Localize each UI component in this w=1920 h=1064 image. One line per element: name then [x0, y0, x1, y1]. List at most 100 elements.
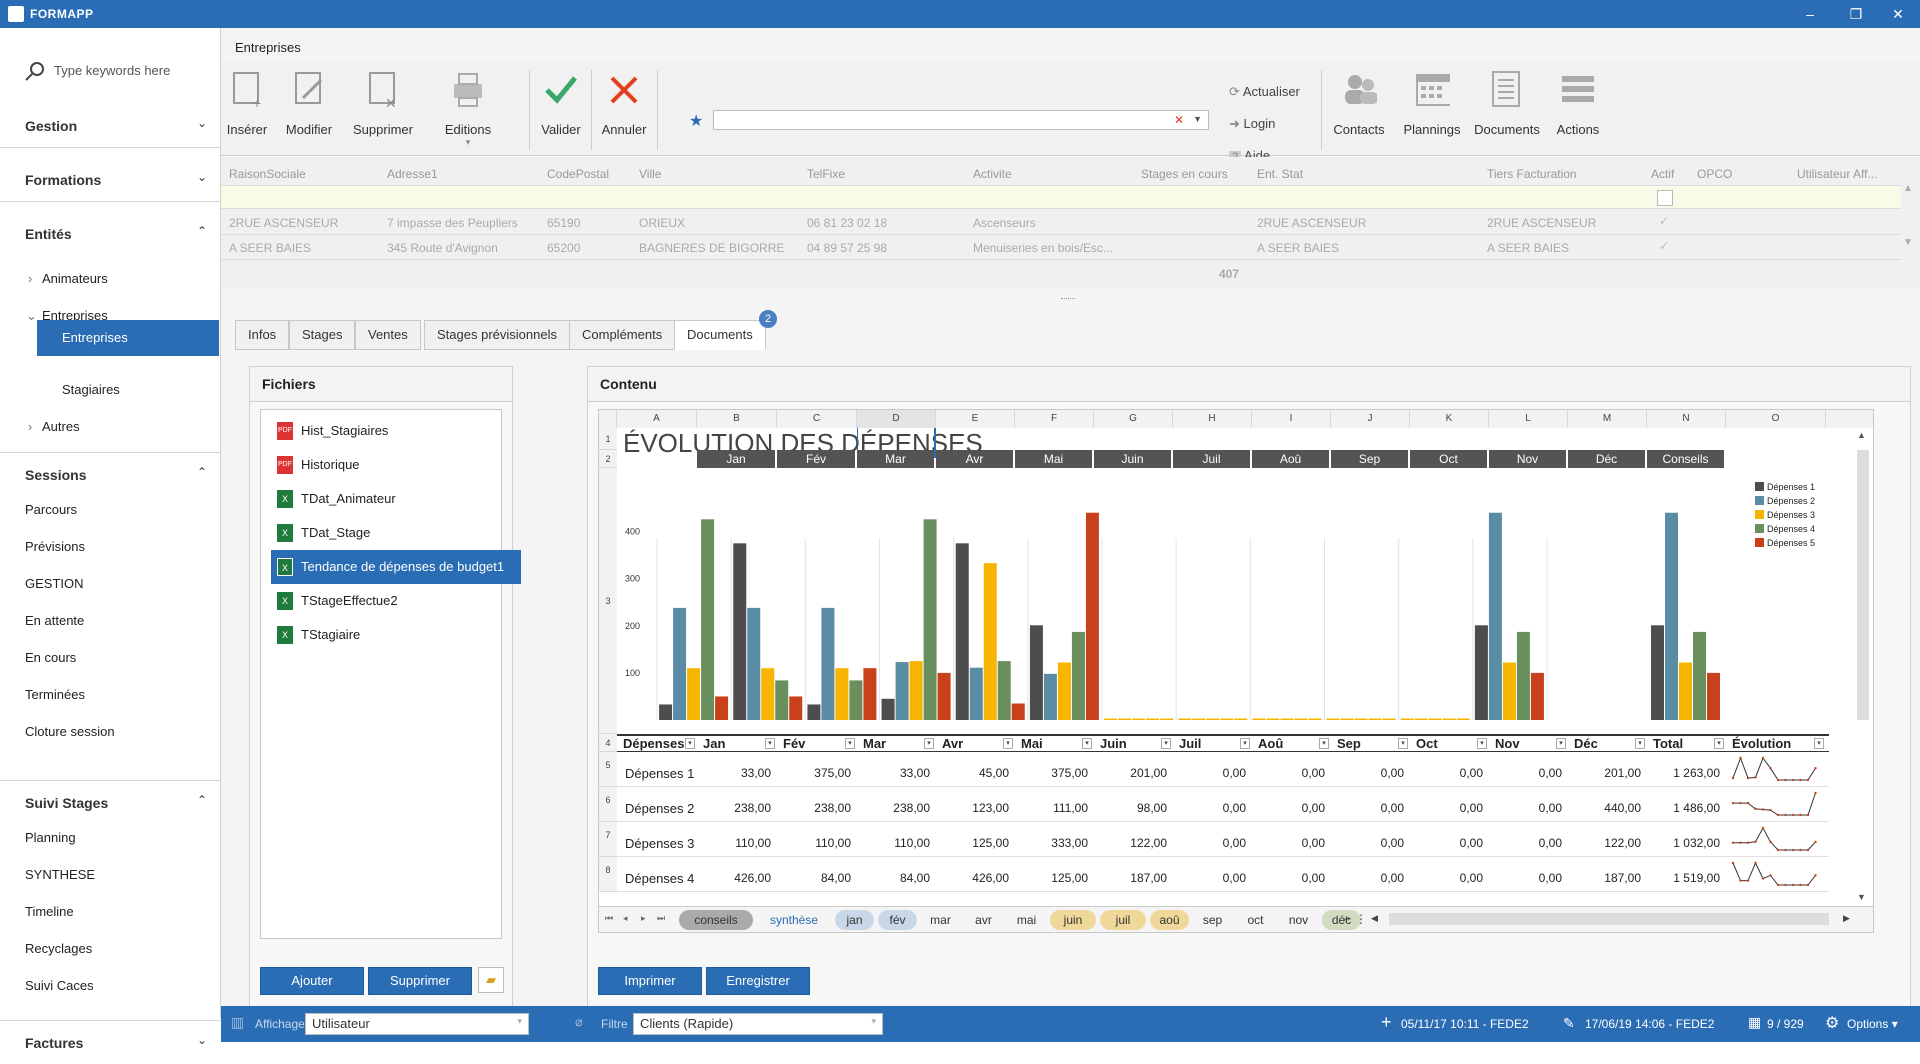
sidebar-item-gestion[interactable]: GESTION [0, 569, 221, 599]
restore-button[interactable]: ❐ [1846, 4, 1866, 24]
table-cell[interactable]: 1 032,00 [1647, 836, 1720, 850]
table-cell[interactable]: 201,00 [1094, 766, 1167, 780]
actualiser-button[interactable]: ⟳ Actualiser [1229, 84, 1300, 106]
table-cell[interactable]: 0,00 [1173, 871, 1246, 885]
column-header[interactable]: G [1094, 410, 1173, 428]
supprimer-file-button[interactable]: Supprimer [368, 967, 472, 995]
filter-dropdown-icon[interactable]: ▾ [924, 738, 934, 749]
table-cell[interactable]: 84,00 [777, 871, 851, 885]
sidebar-item-terminees[interactable]: Terminées [0, 680, 221, 710]
row-header[interactable]: 8 [599, 857, 617, 892]
table-cell[interactable]: 187,00 [1094, 871, 1167, 885]
list-item[interactable]: X TDat_Stage [271, 516, 501, 550]
table-cell[interactable]: 426,00 [936, 871, 1009, 885]
column-header[interactable]: J [1331, 410, 1410, 428]
table-cell[interactable]: 187,00 [1568, 871, 1641, 885]
column-header[interactable]: Actif [1651, 167, 1674, 181]
table-cell[interactable]: 1 263,00 [1647, 766, 1720, 780]
month-header-cell[interactable]: Avr [936, 450, 1013, 468]
month-header-cell[interactable]: Oct [1410, 450, 1487, 468]
column-header[interactable]: A [617, 410, 697, 428]
column-header[interactable]: H [1173, 410, 1252, 428]
table-header-cell[interactable]: Aoû [1258, 736, 1283, 751]
row-header[interactable]: 3 [599, 468, 617, 734]
sheet-tab-avr[interactable]: avr [964, 910, 1003, 930]
sidebar-item-animateurs[interactable]: › Animateurs [0, 264, 221, 294]
month-header-cell[interactable]: Juin [1094, 450, 1171, 468]
table-cell[interactable]: 0,00 [1252, 871, 1325, 885]
column-header[interactable]: RaisonSociale [229, 167, 306, 181]
table-header-cell[interactable]: Avr [942, 736, 963, 751]
column-header[interactable]: Stages en cours [1141, 167, 1228, 181]
contacts-button[interactable]: Contacts [1329, 68, 1389, 152]
section-suivi-stages[interactable]: Suivi Stages ⌃ [0, 780, 221, 824]
table-row[interactable]: 2RUE ASCENSEUR 7 impasse des Peupliers 6… [221, 211, 1901, 235]
actif-filter-checkbox[interactable] [1657, 190, 1673, 206]
tab-infos[interactable]: Infos [235, 320, 290, 350]
table-cell[interactable]: 0,00 [1331, 766, 1404, 780]
inserer-button[interactable]: + Insérer [225, 68, 269, 152]
table-cell[interactable]: 84,00 [857, 871, 930, 885]
table-header-cell[interactable]: Dépenses [623, 736, 684, 751]
sidebar-item-en-cours[interactable]: En cours [0, 643, 221, 673]
imprimer-button[interactable]: Imprimer [598, 967, 702, 995]
column-header[interactable]: Ville [639, 167, 661, 181]
section-formations[interactable]: Formations ⌄ [0, 158, 221, 202]
column-header[interactable]: K [1410, 410, 1489, 428]
list-item-selected[interactable]: X Tendance de dépenses de budget1 [271, 550, 521, 584]
table-cell[interactable]: Dépenses 1 [625, 766, 694, 781]
sheet-tab-jan[interactable]: jan [835, 910, 874, 930]
table-cell[interactable]: 0,00 [1252, 836, 1325, 850]
sidebar-item-parcours[interactable]: Parcours [0, 495, 221, 525]
tab-stages-previsionnels[interactable]: Stages prévisionnels [424, 320, 570, 350]
select-all-corner[interactable] [599, 410, 617, 428]
table-cell[interactable]: 111,00 [1015, 801, 1088, 815]
table-cell[interactable]: 333,00 [1015, 836, 1088, 850]
sidebar-item-previsions[interactable]: Prévisions [0, 532, 221, 562]
table-header-cell[interactable]: Oct [1416, 736, 1438, 751]
table-cell[interactable]: 122,00 [1094, 836, 1167, 850]
prev-sheet-icon[interactable]: ◂ [623, 913, 628, 924]
filter-row[interactable] [221, 185, 1901, 209]
month-header-cell[interactable]: Aoû [1252, 450, 1329, 468]
column-header[interactable]: E [936, 410, 1015, 428]
filtre-select[interactable]: Clients (Rapide) ▾ [633, 1013, 883, 1035]
list-item[interactable]: X TStageEffectue2 [271, 584, 501, 618]
scroll-right-icon[interactable]: ▶ [1843, 913, 1850, 924]
horizontal-scrollbar-thumb[interactable] [1389, 913, 1829, 925]
filter-dropdown-icon[interactable]: ▾ [685, 738, 695, 749]
table-header-cell[interactable]: Total [1653, 736, 1683, 751]
last-sheet-icon[interactable]: ⏭ [657, 913, 665, 924]
sheet-tab-nov[interactable]: nov [1279, 910, 1318, 930]
column-header[interactable]: OPCO [1697, 167, 1732, 181]
affichage-select[interactable]: Utilisateur ▾ [305, 1013, 529, 1035]
favorite-star-icon[interactable]: ★ [689, 111, 703, 131]
scroll-down-icon[interactable]: ▼ [1857, 892, 1866, 902]
table-cell[interactable]: 110,00 [777, 836, 851, 850]
row-header[interactable]: 7 [599, 822, 617, 857]
table-cell[interactable]: 0,00 [1173, 766, 1246, 780]
filter-dropdown-icon[interactable]: ▾ [1319, 738, 1329, 749]
table-header-cell[interactable]: Déc [1574, 736, 1598, 751]
table-cell[interactable]: 0,00 [1252, 766, 1325, 780]
table-cell[interactable]: 0,00 [1489, 801, 1562, 815]
table-header-cell[interactable]: Fév [783, 736, 805, 751]
vertical-scrollbar-thumb[interactable] [1857, 450, 1869, 720]
month-header-cell[interactable]: Nov [1489, 450, 1566, 468]
splitter-handle[interactable] [1061, 298, 1075, 300]
filter-dropdown-icon[interactable]: ▾ [1814, 738, 1824, 749]
table-cell[interactable]: Dépenses 2 [625, 801, 694, 816]
documents-button[interactable]: Documents [1471, 68, 1543, 152]
filter-dropdown-icon[interactable]: ▾ [1082, 738, 1092, 749]
sidebar-item-recyclages[interactable]: Recyclages [0, 934, 221, 964]
clear-icon[interactable]: ✕ [1174, 113, 1184, 127]
table-cell[interactable]: 125,00 [936, 836, 1009, 850]
column-header[interactable]: Utilisateur Aff... [1797, 167, 1877, 181]
actions-button[interactable]: Actions [1549, 68, 1607, 152]
dropdown-arrow-icon[interactable]: ▼ [1193, 114, 1202, 124]
sheet-tab-oct[interactable]: oct [1236, 910, 1275, 930]
scroll-down-icon[interactable]: ▼ [1903, 237, 1913, 248]
sidebar-item-synthese[interactable]: SYNTHESE [0, 860, 221, 890]
supprimer-toolbar-button[interactable]: ✕ Supprimer [351, 68, 415, 152]
list-item[interactable]: PDF Hist_Stagiaires [271, 414, 501, 448]
